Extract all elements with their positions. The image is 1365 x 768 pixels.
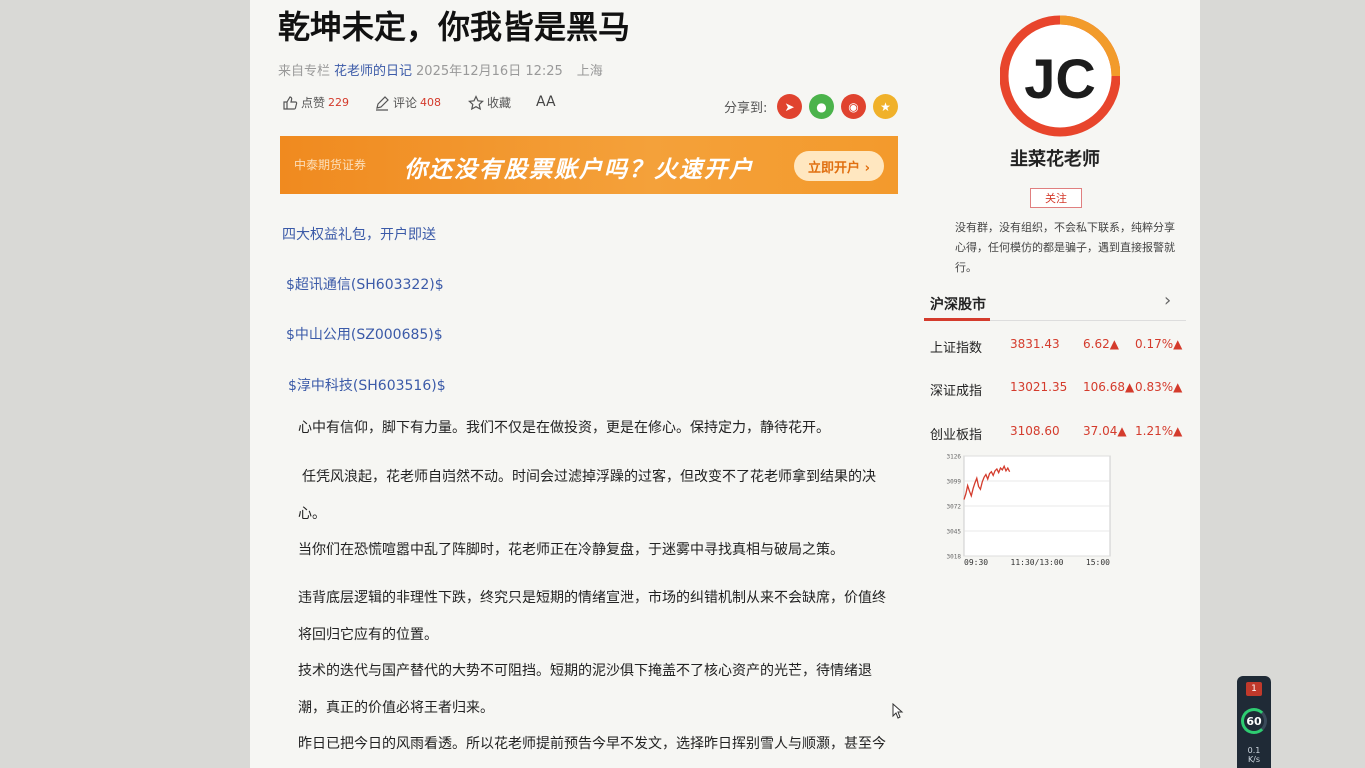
net-speed-value: 0.1 [1247, 746, 1261, 755]
market-tab-underline [924, 318, 990, 321]
system-monitor-widget[interactable]: 1 60 0.1 K/s [1237, 676, 1271, 768]
paragraph: 当你们在恐慌喧嚣中乱了阵脚时，花老师正在冷静复盘，于迷雾中寻找真相与破局之策。 [298, 542, 844, 558]
index-name: 创业板指 [930, 428, 983, 443]
like-button[interactable]: 点赞 229 [282, 94, 349, 111]
index-pct: 0.17%▲ [1135, 337, 1183, 351]
market-tab[interactable]: 沪深股市 [930, 294, 986, 314]
notification-badge: 1 [1246, 682, 1262, 696]
chart-y-tick: 3126 [947, 454, 962, 461]
index-change: 106.68▲ [1083, 380, 1135, 394]
thumbs-up-icon [283, 95, 298, 110]
comment-label: 评论 [393, 96, 418, 110]
index-pct: 1.21%▲ [1135, 424, 1183, 438]
index-row[interactable]: 深证成指 13021.35 106.68▲ 0.83%▲ [930, 380, 1190, 400]
open-account-button[interactable]: 立即开户 › [794, 151, 884, 181]
index-change: 6.62▲ [1083, 337, 1119, 351]
chart-y-tick: 3072 [947, 504, 962, 511]
weibo-icon[interactable]: ◉ [841, 94, 866, 119]
chart-x-tick: 15:00 [1086, 558, 1110, 567]
paragraph: 昨日已把今日的风雨看透。所以花老师提前预告今早不发文，选择昨日挥别雪人与顺灏，甚… [298, 736, 886, 752]
wechat-icon[interactable]: ● [809, 94, 834, 119]
like-label: 点赞 [301, 96, 326, 110]
index-name: 上证指数 [930, 341, 983, 356]
font-size-button[interactable]: AA [536, 94, 556, 110]
index-row[interactable]: 上证指数 3831.43 6.62▲ 0.17%▲ [930, 337, 1190, 357]
article-title: 乾坤未定，你我皆是黑马 [278, 8, 631, 46]
source-label: 来自专栏 [278, 64, 331, 79]
favorite-button[interactable]: 收藏 [468, 94, 511, 111]
chevron-right-icon[interactable]: › [1164, 290, 1171, 311]
index-change: 37.04▲ [1083, 424, 1127, 438]
paragraph: 任凭风浪起，花老师自岿然不动。时间会过滤掉浮躁的过客，但改变不了花老师拿到结果的… [298, 469, 876, 522]
paragraph: 技术的迭代与国产替代的大势不可阻挡。短期的泥沙俱下掩盖不了核心资产的光芒，待情绪… [298, 663, 872, 716]
index-value: 3108.60 [1010, 424, 1060, 438]
author-sidebar: JC 韭菜花老师 关注 没有群，没有组织，不会私下联系，纯粹分享心得，任何模仿的… [920, 0, 1190, 768]
fps-gauge: 60 [1241, 708, 1267, 734]
promo-link[interactable]: 四大权益礼包，开户即送 [282, 224, 436, 244]
index-pct: 0.83%▲ [1135, 380, 1183, 394]
author-bio: 没有群，没有组织，不会私下联系，纯粹分享心得，任何模仿的都是骗子，遇到直接报警就… [955, 221, 1175, 274]
publish-date: 2025年12月16日 12:25 [416, 64, 563, 79]
article-actions: 点赞 229 评论 408 收藏 AA 分享到: ➤ ● ◉ ★ [282, 94, 902, 119]
network-speed: 0.1 K/s [1237, 746, 1271, 764]
chart-x-tick: 11:30/13:00 [1011, 558, 1064, 567]
share-label: 分享到: [724, 101, 768, 116]
chart-y-tick: 3045 [947, 529, 962, 536]
like-count: 229 [328, 96, 350, 109]
share-icon[interactable]: ➤ [777, 94, 802, 119]
star-icon[interactable]: ★ [873, 94, 898, 119]
paragraph: 违背底层逻辑的非理性下跌，终究只是短期的情绪宣泄，市场的纠错机制从来不会缺席，价… [298, 590, 886, 643]
net-speed-unit: K/s [1247, 755, 1261, 764]
logo-text: JC [1024, 47, 1096, 110]
paragraph: 心中有信仰，脚下有力量。我们不仅是在做投资，更是在修心。保持定力，静待花开。 [298, 420, 830, 436]
index-row[interactable]: 创业板指 3108.60 37.04▲ 1.21%▲ [930, 424, 1190, 444]
author-name[interactable]: 韭菜花老师 [920, 145, 1190, 171]
index-value: 13021.35 [1010, 380, 1068, 394]
stock-link-chunzhong[interactable]: $淳中科技(SH603516)$ [288, 375, 446, 395]
comment-count: 408 [420, 96, 442, 109]
article-meta: 来自专栏 花老师的日记 2025年12月16日 12:25 上海 [278, 60, 603, 79]
font-size-label: AA [536, 94, 556, 110]
stock-link-chaoxun[interactable]: $超讯通信(SH603322)$ [286, 274, 444, 294]
column-link[interactable]: 花老师的日记 [334, 64, 412, 79]
favorite-label: 收藏 [487, 96, 512, 110]
chart-y-tick: 3099 [947, 479, 962, 486]
author-avatar[interactable]: JC [1000, 14, 1120, 138]
mouse-cursor-icon [892, 703, 904, 719]
publish-location: 上海 [576, 64, 603, 79]
edit-icon [376, 95, 389, 111]
index-intraday-chart: 3126 3099 3072 3045 301809:30 11:30/13:00 15:0… [947, 454, 1111, 567]
stock-link-zhongshan[interactable]: $中山公用(SZ000685)$ [286, 324, 443, 344]
open-account-banner[interactable]: 中泰期货证券 你还没有股票账户吗？火速开户 立即开户 › [280, 136, 898, 194]
banner-brand: 中泰期货证券 [294, 158, 367, 172]
chart-x-tick: 09:30 [964, 558, 988, 567]
comment-button[interactable]: 评论 408 [374, 94, 441, 111]
follow-button[interactable]: 关注 [1030, 188, 1082, 208]
banner-slogan: 你还没有股票账户吗？火速开户 [404, 157, 754, 183]
star-outline-icon [468, 94, 484, 110]
index-name: 深证成指 [930, 384, 983, 399]
chart-y-tick: 3018 [947, 554, 962, 561]
index-value: 3831.43 [1010, 337, 1060, 351]
